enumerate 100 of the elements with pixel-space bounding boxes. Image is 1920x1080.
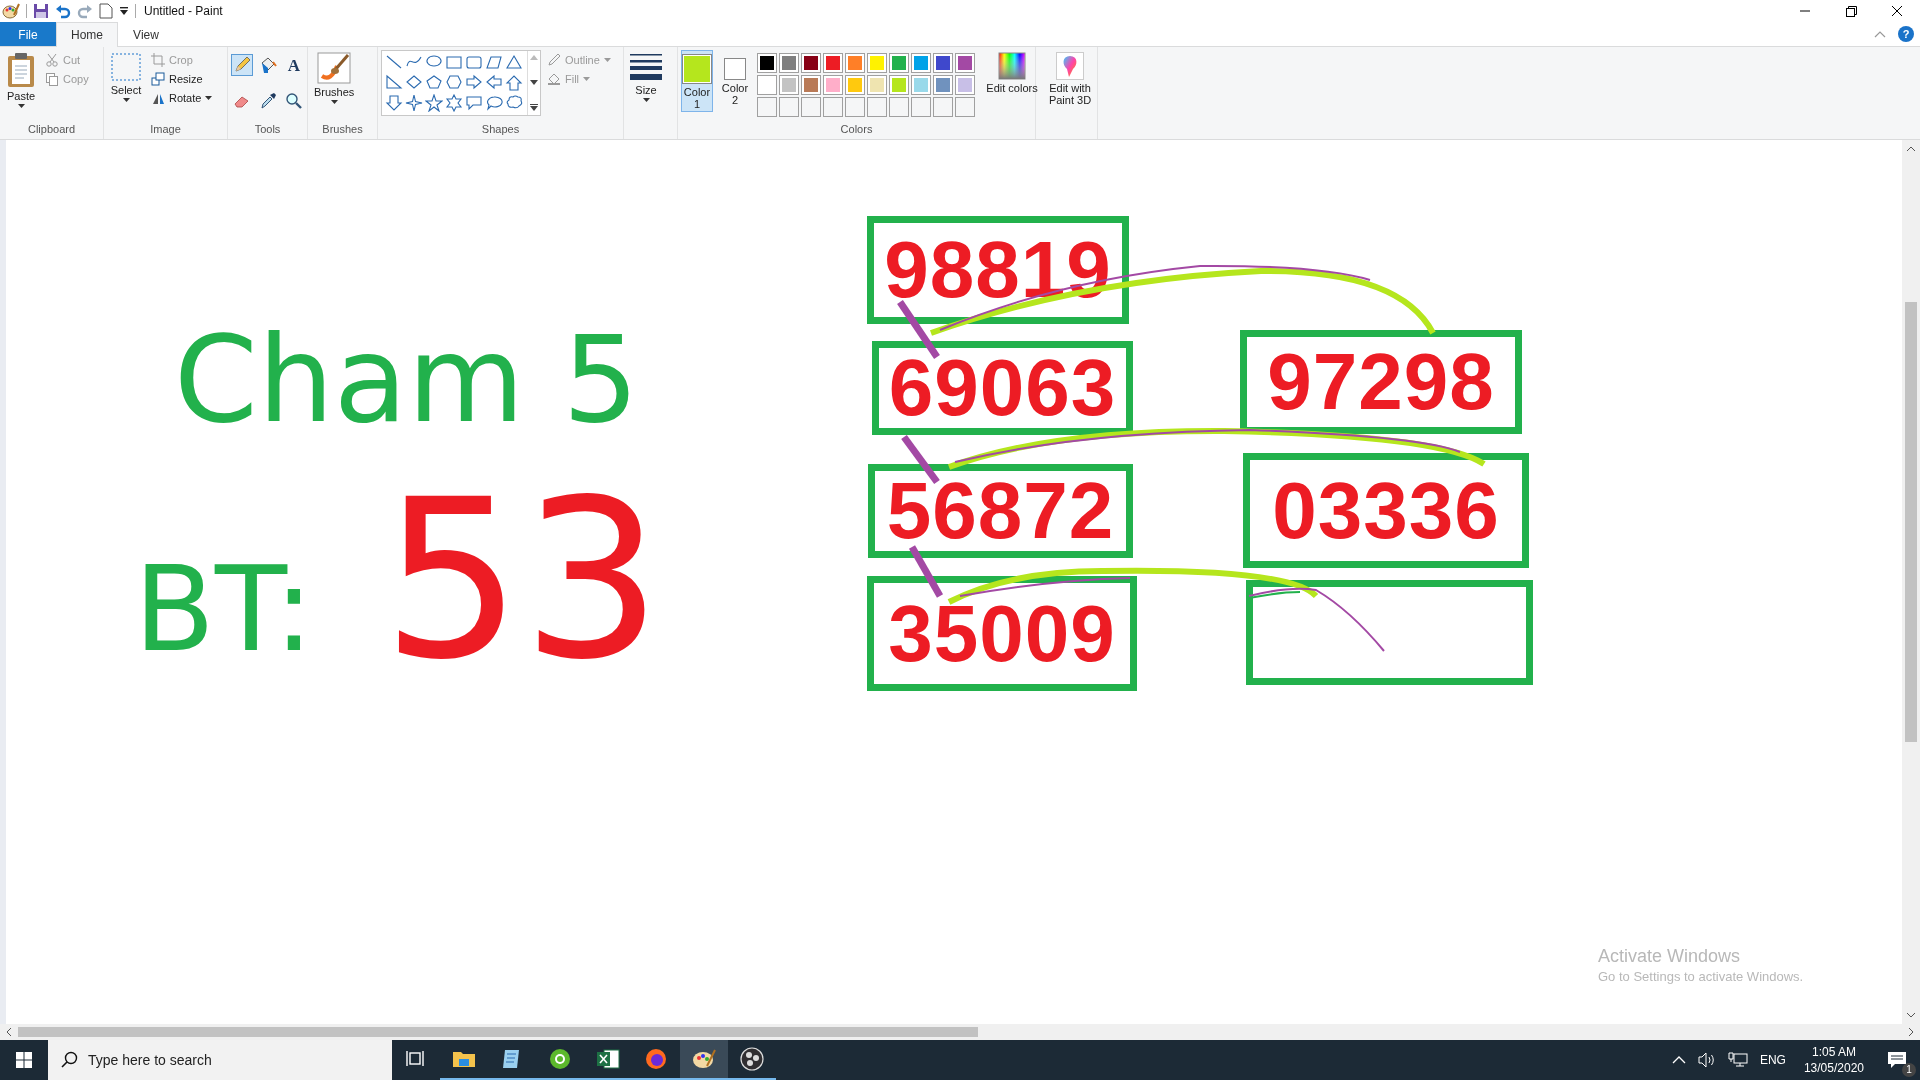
palette-app-icon[interactable] (680, 1040, 728, 1080)
network-icon[interactable] (1727, 1052, 1748, 1068)
hexagon-shape-icon[interactable] (445, 74, 463, 92)
empty-palette-slot[interactable] (889, 97, 909, 117)
ribbon-tab[interactable]: Home (56, 22, 118, 47)
scroll-down-icon[interactable] (1906, 1012, 1916, 1018)
palette-color[interactable] (779, 53, 799, 73)
palette-color[interactable] (867, 53, 887, 73)
empty-palette-slot[interactable] (779, 97, 799, 117)
expand-gallery-icon[interactable] (530, 104, 538, 111)
palette-color[interactable] (911, 75, 931, 95)
lottery-number: 35009 (888, 593, 1116, 674)
palette-color[interactable] (801, 53, 821, 73)
show-hidden-icons-icon[interactable] (1671, 1055, 1686, 1065)
six-point-star-shape-icon[interactable] (445, 94, 463, 112)
palette-color[interactable] (955, 53, 975, 73)
caret-icon (17, 104, 25, 108)
ribbon-tab[interactable]: View (118, 22, 174, 46)
palette-color[interactable] (889, 53, 909, 73)
caret-icon (642, 98, 650, 102)
empty-palette-slot[interactable] (911, 97, 931, 117)
customize-caret-icon[interactable] (119, 6, 129, 16)
vertical-scrollbar[interactable] (1902, 140, 1920, 1024)
triangle-shape-icon[interactable] (505, 54, 523, 72)
palette-color[interactable] (933, 75, 953, 95)
handwritten-text: Cham 5 (174, 320, 639, 440)
scroll-up-icon[interactable] (1906, 146, 1916, 152)
ribbon-tab[interactable]: File (0, 22, 56, 46)
lottery-number: 69063 (888, 348, 1117, 428)
window-title: Untitled - Paint (144, 4, 223, 18)
help-button[interactable]: ? (1898, 26, 1914, 42)
four-point-star-shape-icon[interactable] (405, 94, 423, 112)
crop-icon (151, 53, 165, 67)
oval-callout-shape-icon[interactable] (485, 94, 503, 112)
palette-color[interactable] (911, 53, 931, 73)
empty-palette-slot[interactable] (955, 97, 975, 117)
palette-color[interactable] (757, 53, 777, 73)
taskbar-clock[interactable]: 1:05 AM 13/05/2020 (1797, 1044, 1870, 1076)
caret-icon (330, 100, 338, 104)
rotate-button[interactable]: Rotate (149, 90, 215, 106)
empty-palette-slot[interactable] (823, 97, 843, 117)
palette-color[interactable] (845, 53, 865, 73)
brushes-button[interactable]: Brushes (311, 50, 358, 106)
group-label: Clipboard (26, 122, 77, 137)
palette-color[interactable] (845, 75, 865, 95)
pencil-tool[interactable] (231, 54, 253, 76)
save-icon[interactable] (33, 3, 49, 19)
right-triangle-shape-icon[interactable] (385, 74, 403, 92)
color-slot-button[interactable]: Color 2 (719, 50, 751, 112)
palette-color[interactable] (955, 75, 975, 95)
star-shape-icon[interactable] (425, 94, 443, 112)
paint-drop-icon (1056, 52, 1084, 80)
scroll-left-icon[interactable] (6, 1027, 12, 1037)
text-tool[interactable]: A (283, 54, 305, 76)
clipboard-icon (6, 52, 36, 88)
rectangular-callout-shape-icon[interactable] (465, 94, 483, 112)
rounded-rectangle-shape-icon[interactable] (465, 54, 483, 72)
palette-color[interactable] (801, 75, 821, 95)
paste-button[interactable]: Paste (3, 50, 39, 110)
down-arrow-shape-icon[interactable] (385, 94, 403, 112)
collapse-ribbon-icon[interactable] (1874, 30, 1886, 38)
palette-color[interactable] (867, 75, 887, 95)
taskbar-search-field[interactable]: Type here to search (48, 1040, 392, 1080)
pentagon-shape-icon[interactable] (425, 74, 443, 92)
empty-palette-slot[interactable] (845, 97, 865, 117)
scissors-icon (45, 53, 59, 67)
size-button[interactable]: Size (627, 50, 665, 104)
resize-button[interactable]: Resize (149, 71, 215, 87)
empty-palette-slot[interactable] (933, 97, 953, 117)
input-language[interactable]: ENG (1759, 1053, 1786, 1067)
empty-palette-slot[interactable] (867, 97, 887, 117)
speaker-icon[interactable] (1697, 1052, 1716, 1068)
empty-palette-slot[interactable] (757, 97, 777, 117)
select-button[interactable]: Select (107, 50, 145, 104)
paint-bucket-icon (547, 72, 561, 86)
new-page-icon[interactable] (99, 3, 113, 19)
pen-icon (547, 53, 561, 67)
line-widths-icon (630, 52, 662, 82)
palette-color[interactable] (757, 75, 777, 95)
notification-count-badge: 1 (1902, 1063, 1916, 1077)
shapes-gallery[interactable] (381, 50, 541, 116)
palette-color[interactable] (779, 75, 799, 95)
scroll-right-icon[interactable] (1908, 1027, 1914, 1037)
up-arrow-shape-icon[interactable] (505, 74, 523, 92)
horizontal-scrollbar[interactable] (0, 1024, 1920, 1040)
empty-palette-slot[interactable] (801, 97, 821, 117)
polygon-shape-icon[interactable] (485, 54, 503, 72)
notifications-icon[interactable] (1887, 1051, 1907, 1069)
scroll-down-icon[interactable] (530, 79, 538, 85)
palette-color[interactable] (889, 75, 909, 95)
color-slot-button[interactable]: Color 1 (681, 50, 713, 112)
group-label: Brushes (321, 122, 364, 137)
right-arrow-shape-icon[interactable] (465, 74, 483, 92)
lottery-number: 03336 (1272, 470, 1500, 551)
palette-color[interactable] (933, 53, 953, 73)
dashed-selection-icon (110, 52, 142, 82)
undo-icon[interactable] (55, 3, 71, 19)
left-arrow-shape-icon[interactable] (485, 74, 503, 92)
palette-color[interactable] (823, 53, 843, 73)
palette-color[interactable] (823, 75, 843, 95)
